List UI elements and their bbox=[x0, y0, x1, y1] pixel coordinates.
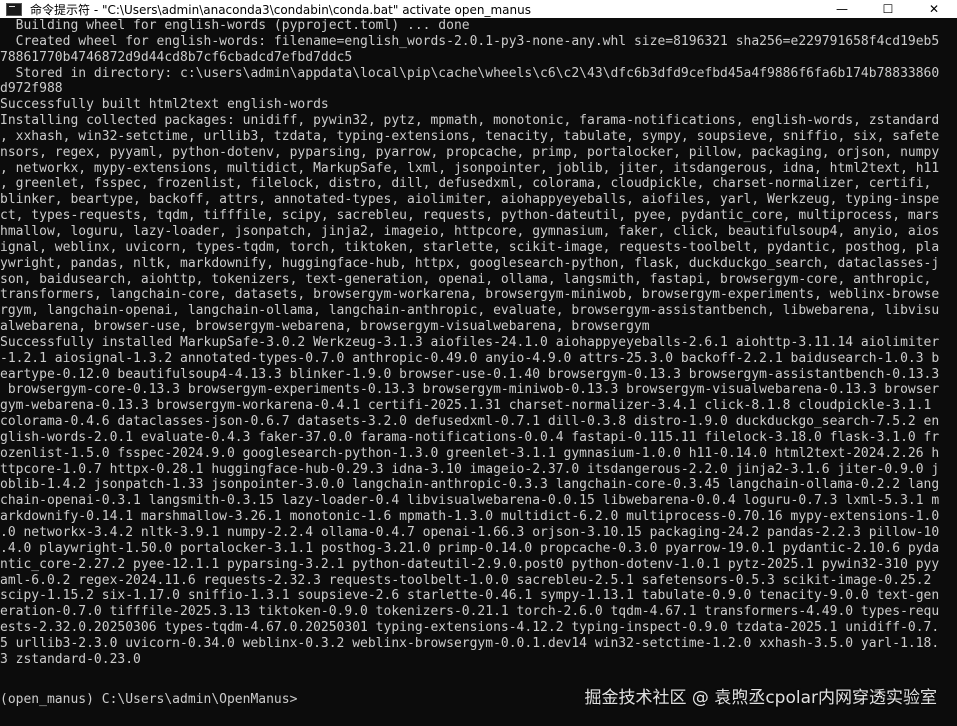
console-line: nsors, regex, pyyaml, python-dotenv, pyp… bbox=[0, 144, 940, 160]
console-line: , networkx, mypy-extensions, multidict, … bbox=[0, 160, 940, 176]
console-line: colorama-0.4.6 dataclasses-json-0.6.7 da… bbox=[0, 414, 940, 430]
console-line: 5 urllib3-2.3.0 uvicorn-0.34.0 weblinx-0… bbox=[0, 635, 940, 651]
console-line: .4.0 playwright-1.50.0 portalocker-3.1.1… bbox=[0, 540, 940, 556]
maximize-button[interactable]: ☐ bbox=[865, 0, 911, 18]
console-line: ttpcore-1.0.7 httpx-0.28.1 huggingface-h… bbox=[0, 461, 940, 477]
console-line: ozenlist-1.5.0 fsspec-2024.9.0 googlesea… bbox=[0, 445, 940, 461]
console-line: ignal, weblinx, uvicorn, types-tqdm, tor… bbox=[0, 239, 940, 255]
console-line: aml-6.0.2 regex-2024.11.6 requests-2.32.… bbox=[0, 572, 932, 588]
console-line: 78861770b4746872d9d44cd8b7cf6cbadcd7efbd… bbox=[0, 49, 353, 65]
console-line: Successfully built html2text english-wor… bbox=[0, 97, 329, 113]
console-line: Stored in directory: c:\users\admin\appd… bbox=[0, 65, 940, 81]
console-line: ntic_core-2.27.2 pyee-12.1.1 pyparsing-3… bbox=[0, 556, 940, 572]
console-line: alwebarena, browser-use, browsergym-weba… bbox=[0, 319, 650, 335]
console-line: blinker, beartype, backoff, attrs, annot… bbox=[0, 192, 940, 208]
console-line: hmallow, loguru, lazy-loader, jsonpatch,… bbox=[0, 223, 940, 239]
console-line: transformers, langchain-core, datasets, … bbox=[0, 287, 940, 303]
console-line: chain-openai-0.3.1 langsmith-0.3.15 lazy… bbox=[0, 493, 940, 509]
console-line: son, baidusearch, aiohttp, tokenizers, t… bbox=[0, 271, 932, 287]
command-prompt[interactable]: (open_manus) C:\Users\admin\OpenManus> bbox=[0, 692, 297, 707]
console-line: ct, types-requests, tqdm, tifffile, scip… bbox=[0, 208, 940, 224]
console-line: arkdownify-0.14.1 marshmallow-3.26.1 mon… bbox=[0, 509, 940, 525]
console-line: .0 networkx-3.4.2 nltk-3.9.1 numpy-2.2.4… bbox=[0, 525, 940, 540]
console-line: rgym, langchain-openai, langchain-ollama… bbox=[0, 303, 940, 319]
console-line: Successfully installed MarkupSafe-3.0.2 … bbox=[0, 334, 940, 350]
window-title-bar[interactable]: 命令提示符 - "C:\Users\admin\anaconda3\condab… bbox=[0, 0, 957, 18]
console-line: Building wheel for english-words (pyproj… bbox=[0, 18, 470, 33]
console-line: ests-2.32.0.20250306 types-tqdm-4.67.0.2… bbox=[0, 620, 940, 636]
console-output[interactable]: Building wheel for english-words (pyproj… bbox=[0, 18, 957, 726]
window-title: 命令提示符 - "C:\Users\admin\anaconda3\condab… bbox=[30, 2, 531, 17]
console-line: eration-0.7.0 tifffile-2025.3.13 tiktoke… bbox=[0, 604, 940, 620]
console-line: browsergym-core-0.13.3 browsergym-experi… bbox=[0, 382, 940, 398]
watermark: 掘金技术社区 @ 袁煦丞cpolar内网穿透实验室 bbox=[584, 688, 937, 708]
console-line: Installing collected packages: unidiff, … bbox=[0, 113, 940, 129]
console-line: oblib-1.4.2 jsonpatch-1.33 jsonpointer-3… bbox=[0, 477, 940, 493]
close-button[interactable]: ✕ bbox=[911, 0, 957, 18]
console-line: ywright, pandas, nltk, markdownify, hugg… bbox=[0, 255, 940, 271]
console-line: glish-words-2.0.1 evaluate-0.4.3 faker-3… bbox=[0, 429, 940, 445]
window-controls: — ☐ ✕ bbox=[819, 0, 957, 18]
console-line: -1.2.1 aiosignal-1.3.2 annotated-types-0… bbox=[0, 350, 940, 366]
terminal-icon bbox=[6, 2, 22, 16]
console-line: scipy-1.15.2 six-1.17.0 sniffio-1.3.1 so… bbox=[0, 588, 940, 604]
minimize-button[interactable]: — bbox=[819, 0, 865, 18]
console-line: d972f988 bbox=[0, 81, 63, 97]
console-line: , greenlet, fsspec, frozenlist, filelock… bbox=[0, 176, 932, 192]
console-line: 3 zstandard-0.23.0 bbox=[0, 651, 141, 667]
console-line: Created wheel for english-words: filenam… bbox=[0, 33, 940, 49]
console-line: eartype-0.12.0 beautifulsoup4-4.13.3 bli… bbox=[0, 366, 940, 382]
console-line: , xxhash, win32-setctime, urllib3, tzdat… bbox=[0, 128, 940, 144]
console-line: gym-webarena-0.13.3 browsergym-workarena… bbox=[0, 398, 932, 414]
